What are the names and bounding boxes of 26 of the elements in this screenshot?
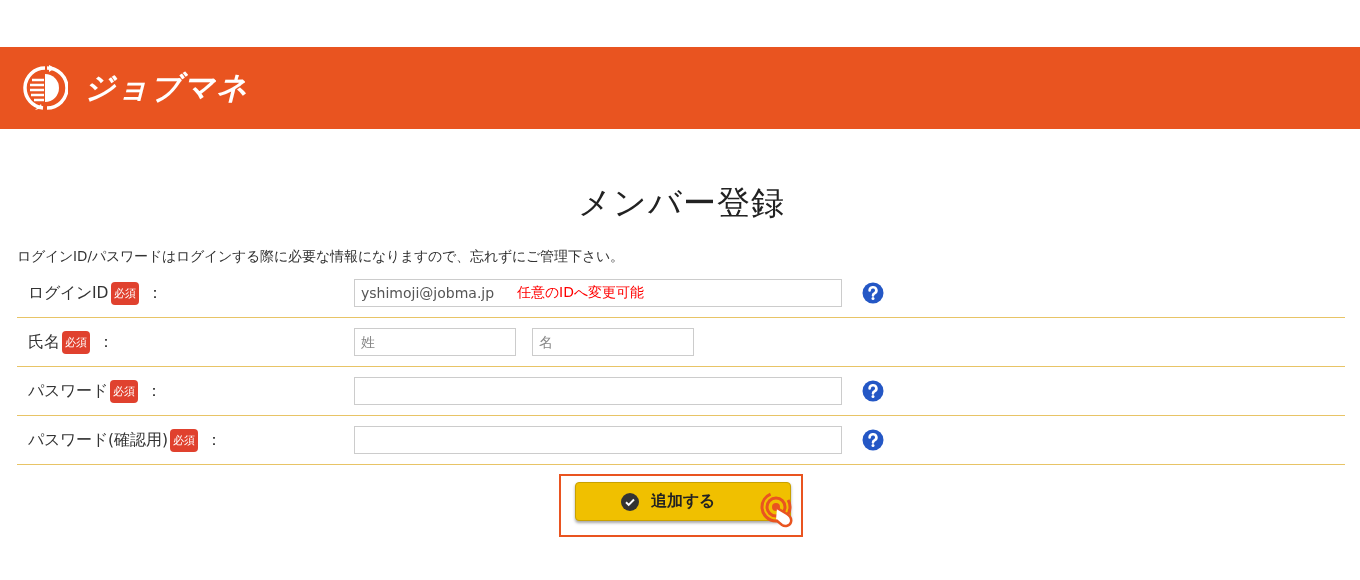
required-badge: 必須 (110, 281, 139, 305)
check-icon (621, 492, 639, 511)
help-icon[interactable] (862, 429, 884, 451)
password-field[interactable] (354, 377, 842, 405)
add-button[interactable]: 追加する (575, 482, 791, 521)
colon: ： (146, 380, 162, 402)
page-title: メンバー登録 (576, 182, 786, 224)
last-name-field[interactable]: 姓 (354, 328, 516, 356)
info-text: ログインID/パスワードはログインする際に必要な情報になりますので、忘れずにご管理下さい。 (17, 248, 625, 266)
colon: ： (146, 282, 163, 304)
field-label: パスワード(確認用) (28, 429, 169, 451)
field-label: 氏名 (28, 331, 60, 353)
required-badge: 必須 (170, 428, 199, 452)
logo-icon (22, 64, 68, 112)
colon: ： (98, 331, 114, 353)
password-field[interactable] (354, 426, 842, 454)
logo-text: ジョブマネ (84, 68, 249, 107)
help-icon[interactable] (862, 380, 884, 402)
required-badge: 必須 (62, 330, 90, 354)
field-label: ログインID (28, 282, 109, 304)
required-badge: 必須 (110, 379, 138, 403)
first-name-field[interactable]: 名 (532, 328, 694, 356)
help-icon[interactable] (862, 282, 884, 304)
annotation-text: 任意のIDへ変更可能 (517, 284, 644, 302)
field-label: パスワード (28, 380, 108, 402)
colon: ： (206, 429, 223, 451)
